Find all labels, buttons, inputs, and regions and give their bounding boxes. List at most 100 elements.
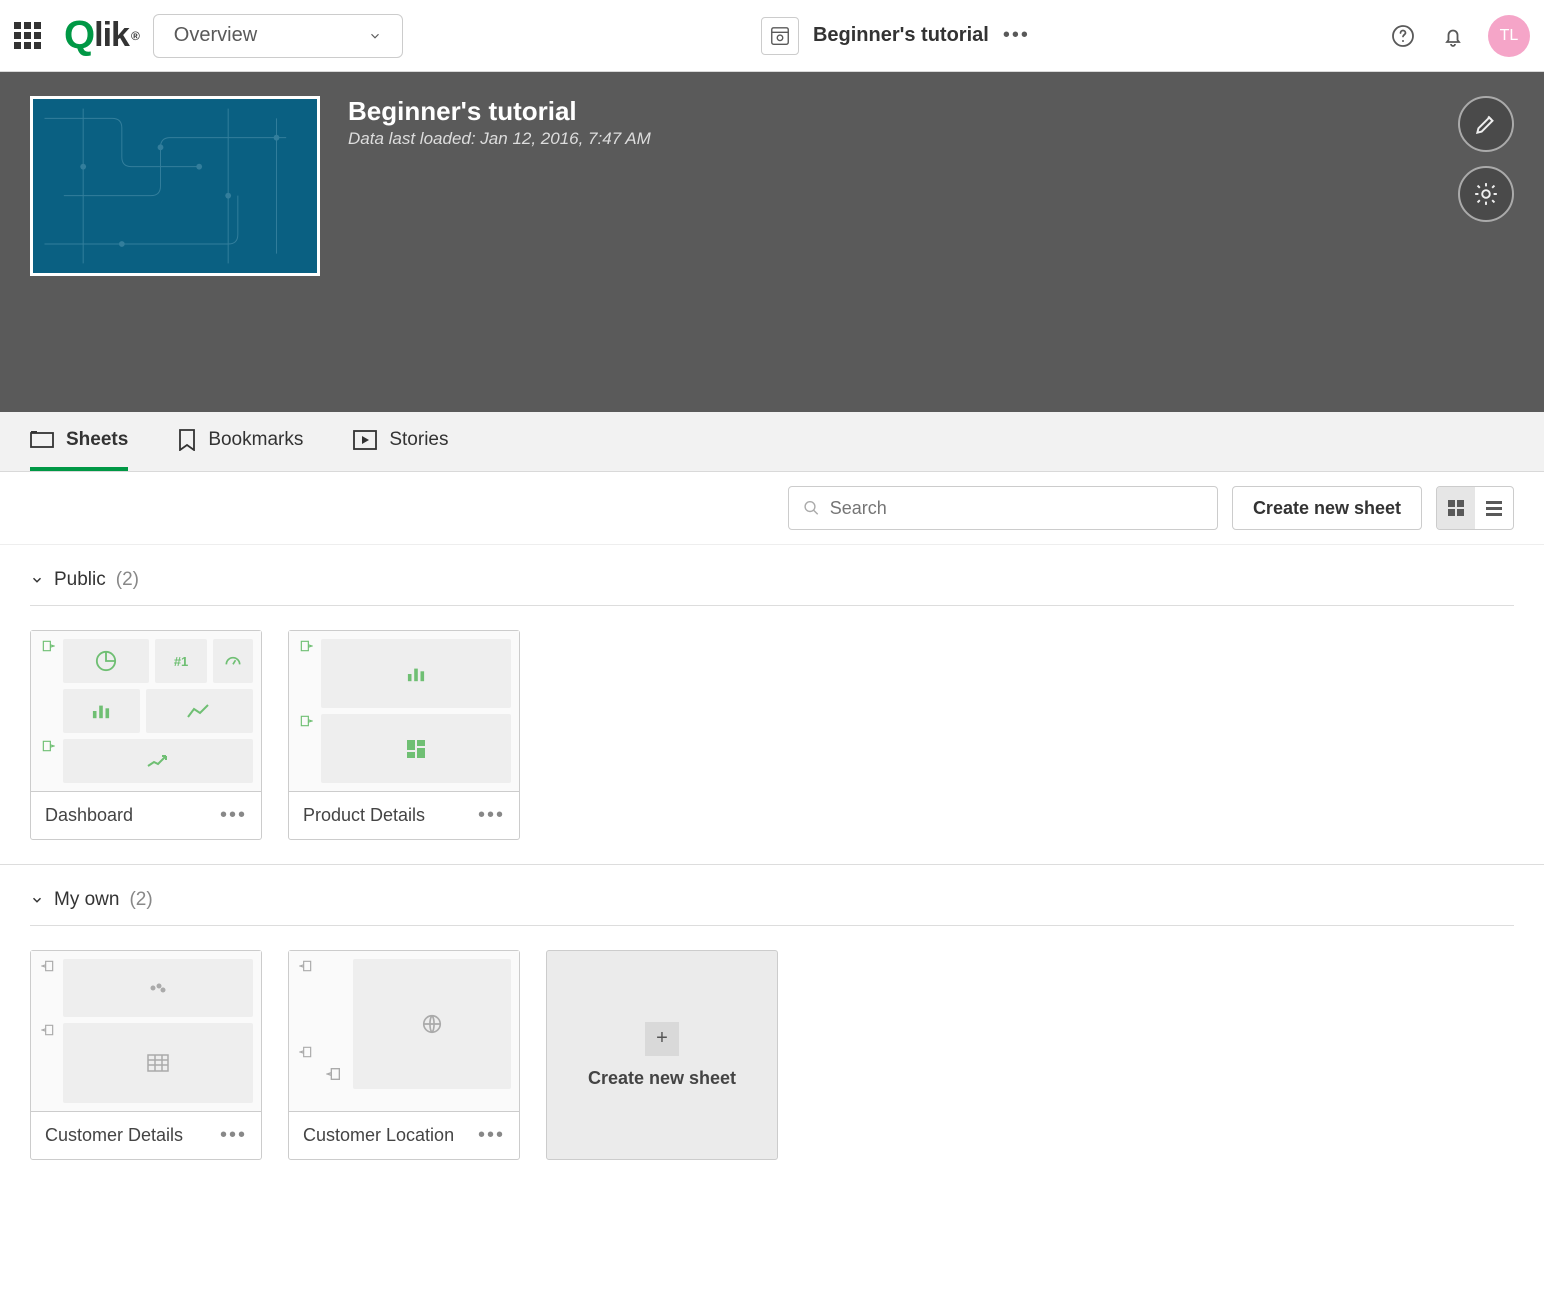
tab-bookmarks[interactable]: Bookmarks [178, 412, 303, 471]
topbar-center: Beginner's tutorial ••• [417, 17, 1374, 55]
sheet-preview [31, 951, 261, 1111]
section-count: (2) [129, 889, 152, 911]
apps-grid-icon[interactable] [14, 22, 42, 50]
section-my-own: My own (2) Customer Details ••• [0, 865, 1544, 1174]
user-avatar[interactable]: TL [1488, 15, 1530, 57]
tab-left-icon [299, 959, 313, 973]
sheet-title: Customer Location [303, 1125, 454, 1146]
search-icon [803, 499, 820, 517]
kpi-label: #1 [174, 654, 188, 669]
gear-icon [1473, 181, 1499, 207]
view-toggle [1436, 486, 1514, 530]
chevron-down-icon [368, 29, 382, 43]
search-box[interactable] [788, 486, 1218, 530]
scatter-icon [147, 980, 169, 996]
tab-label: Sheets [66, 429, 128, 451]
grid-view-button[interactable] [1437, 487, 1475, 529]
qlik-logo: Qlik® [64, 13, 139, 58]
sheet-more-icon[interactable]: ••• [220, 1124, 247, 1147]
sheet-more-icon[interactable]: ••• [478, 804, 505, 827]
sheet-title: Dashboard [45, 805, 133, 826]
sheet-card-customer-location[interactable]: Customer Location ••• [288, 950, 520, 1160]
section-label: Public [54, 569, 106, 591]
tab-label: Bookmarks [208, 429, 303, 451]
avatar-initials: TL [1500, 27, 1519, 45]
sheet-footer: Product Details ••• [289, 791, 519, 839]
sheet-title: Customer Details [45, 1125, 183, 1146]
treemap-icon [406, 739, 426, 759]
tab-sheets[interactable]: Sheets [30, 412, 128, 471]
sheet-card-product-details[interactable]: Product Details ••• [288, 630, 520, 840]
chevron-down-icon [30, 573, 44, 587]
hero-title: Beginner's tutorial [348, 96, 651, 127]
grid-view-icon [1447, 499, 1465, 517]
edit-button[interactable] [1458, 96, 1514, 152]
plus-icon: + [645, 1022, 679, 1056]
chevron-down-icon [30, 893, 44, 907]
settings-button[interactable] [1458, 166, 1514, 222]
gauge-icon [223, 651, 243, 671]
tab-label: Stories [389, 429, 448, 451]
bar-icon [90, 702, 112, 720]
bookmark-icon [178, 429, 196, 451]
topbar-right: TL [1388, 15, 1530, 57]
sheet-preview [289, 631, 519, 791]
myown-cards: Customer Details ••• Customer Location [30, 950, 1514, 1160]
tab-right-icon [41, 739, 55, 753]
new-sheet-label: Create new sheet [588, 1068, 736, 1089]
section-divider [30, 925, 1514, 926]
hero-subtitle: Data last loaded: Jan 12, 2016, 7:47 AM [348, 129, 651, 149]
help-icon[interactable] [1388, 21, 1418, 51]
tab-right-icon [299, 639, 313, 653]
list-view-icon [1485, 499, 1503, 517]
top-bar: Qlik® Overview Beginner's tutorial ••• T… [0, 0, 1544, 72]
app-hero: Beginner's tutorial Data last loaded: Ja… [0, 72, 1544, 412]
pie-icon [95, 650, 117, 672]
table-icon [147, 1054, 169, 1072]
sheet-preview [289, 951, 519, 1111]
app-name: Beginner's tutorial [813, 24, 989, 47]
bell-icon[interactable] [1438, 21, 1468, 51]
view-selector-label: Overview [174, 24, 257, 47]
sheets-toolbar: Create new sheet [0, 472, 1544, 545]
trend-icon [146, 752, 170, 770]
view-selector[interactable]: Overview [153, 14, 403, 58]
hero-info: Beginner's tutorial Data last loaded: Ja… [348, 96, 651, 388]
section-myown-header[interactable]: My own (2) [30, 879, 1514, 921]
section-public: Public (2) #1 [0, 545, 1544, 854]
list-view-button[interactable] [1475, 487, 1513, 529]
sheet-preview: #1 [31, 631, 261, 791]
app-thumbnail[interactable] [30, 96, 320, 276]
line-icon [186, 701, 212, 721]
public-cards: #1 Dashboard ••• [30, 630, 1514, 840]
pencil-icon [1473, 111, 1499, 137]
sheet-card-customer-details[interactable]: Customer Details ••• [30, 950, 262, 1160]
tab-stories[interactable]: Stories [353, 412, 448, 471]
sheet-more-icon[interactable]: ••• [478, 1124, 505, 1147]
sheet-title: Product Details [303, 805, 425, 826]
more-menu-icon[interactable]: ••• [1003, 24, 1030, 47]
sheet-footer: Customer Location ••• [289, 1111, 519, 1159]
stories-icon [353, 430, 377, 450]
hero-actions [1458, 96, 1514, 222]
sheets-icon [30, 430, 54, 450]
app-thumbnail-icon[interactable] [761, 17, 799, 55]
tabs-row: Sheets Bookmarks Stories [0, 412, 1544, 472]
search-input[interactable] [830, 498, 1203, 519]
tab-right-icon [299, 714, 313, 728]
section-label: My own [54, 889, 119, 911]
section-count: (2) [116, 569, 139, 591]
section-public-header[interactable]: Public (2) [30, 559, 1514, 601]
bar-icon [405, 665, 427, 683]
sheet-card-dashboard[interactable]: #1 Dashboard ••• [30, 630, 262, 840]
sheet-more-icon[interactable]: ••• [220, 804, 247, 827]
section-divider [30, 605, 1514, 606]
sheet-footer: Dashboard ••• [31, 791, 261, 839]
tab-left-icon [41, 1023, 55, 1037]
create-new-sheet-button[interactable]: Create new sheet [1232, 486, 1422, 530]
tab-right-icon [41, 639, 55, 653]
sheet-footer: Customer Details ••• [31, 1111, 261, 1159]
create-new-sheet-card[interactable]: + Create new sheet [546, 950, 778, 1160]
globe-icon [421, 1013, 443, 1035]
tab-left-icon [299, 1045, 313, 1059]
